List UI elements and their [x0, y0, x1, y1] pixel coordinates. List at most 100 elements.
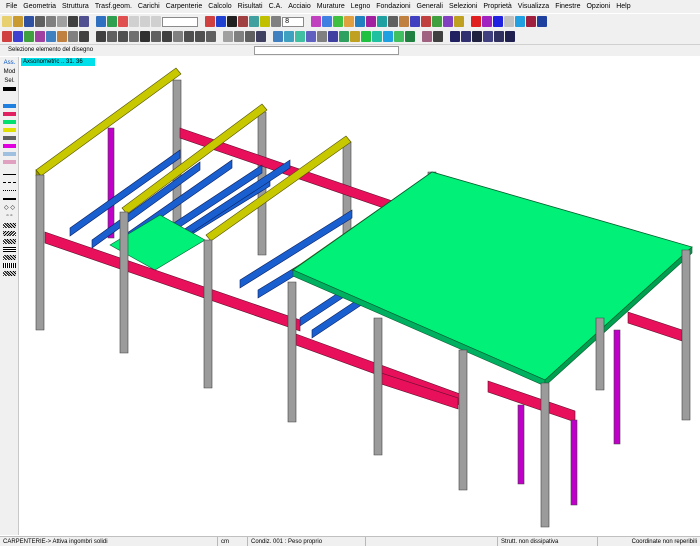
- cube-teal-icon[interactable]: [372, 31, 382, 42]
- column-icon[interactable]: [24, 31, 34, 42]
- offset-icon[interactable]: [140, 31, 150, 42]
- hatch-pattern-3[interactable]: [3, 239, 16, 244]
- arrow-icon[interactable]: [205, 16, 215, 27]
- report-icon[interactable]: [256, 31, 266, 42]
- undo-icon[interactable]: [96, 16, 106, 27]
- hatch-pattern-6[interactable]: [3, 263, 16, 268]
- cube-green-icon[interactable]: [339, 31, 349, 42]
- slab-icon[interactable]: [46, 31, 56, 42]
- pencil-icon[interactable]: [249, 16, 259, 27]
- measure-icon[interactable]: [162, 31, 172, 42]
- axis-z-icon[interactable]: [195, 31, 205, 42]
- menu-visualizza[interactable]: Visualizza: [515, 0, 552, 13]
- arch-icon[interactable]: [151, 16, 161, 27]
- cube-lime-icon[interactable]: [361, 31, 371, 42]
- menu-proprieta[interactable]: Proprietà: [480, 0, 514, 13]
- menu-struttura[interactable]: Struttura: [59, 0, 92, 13]
- section-icon[interactable]: [129, 16, 139, 27]
- line-solid-style[interactable]: [3, 174, 16, 175]
- axis-icon[interactable]: [206, 31, 216, 42]
- view-top-icon[interactable]: [333, 16, 343, 27]
- settings-icon[interactable]: [57, 16, 67, 27]
- menu-trasf-geom[interactable]: Trasf.geom.: [92, 0, 135, 13]
- zoom-all-icon[interactable]: [482, 16, 492, 27]
- shading-icon[interactable]: [271, 16, 281, 27]
- menu-generali[interactable]: Generali: [414, 0, 446, 13]
- view-side-icon[interactable]: [322, 16, 332, 27]
- wall-icon[interactable]: [140, 16, 150, 27]
- window-max-icon[interactable]: [505, 31, 515, 42]
- menu-risultati[interactable]: Risultati: [235, 0, 266, 13]
- color-pink-swatch[interactable]: [3, 160, 16, 164]
- wall-element-icon[interactable]: [57, 31, 67, 42]
- menu-geometria[interactable]: Geometria: [20, 0, 59, 13]
- snap-grid-icon[interactable]: ▫ ▫: [1, 212, 18, 220]
- support-icon[interactable]: [79, 31, 89, 42]
- cube-dark-icon[interactable]: [405, 31, 415, 42]
- menu-fondazioni[interactable]: Fondazioni: [373, 0, 413, 13]
- refresh-icon[interactable]: [526, 16, 536, 27]
- filter-icon[interactable]: [410, 16, 420, 27]
- zoom-out-icon[interactable]: [504, 16, 514, 27]
- hatch-pattern-5[interactable]: [3, 255, 16, 260]
- grid-snap-icon[interactable]: [234, 31, 244, 42]
- node-icon[interactable]: [2, 31, 12, 42]
- window-cascade-icon[interactable]: [483, 31, 493, 42]
- zoom-window-icon[interactable]: [471, 16, 481, 27]
- solid-icon[interactable]: [432, 16, 442, 27]
- open-folder-icon[interactable]: [13, 16, 23, 27]
- fill-icon[interactable]: [227, 16, 237, 27]
- command-field[interactable]: [162, 16, 198, 27]
- menu-help[interactable]: Help: [613, 0, 633, 13]
- cube-yellow-icon[interactable]: [350, 31, 360, 42]
- menu-opzioni[interactable]: Opzioni: [583, 0, 613, 13]
- rotate-icon[interactable]: [118, 16, 128, 27]
- window-stack-icon[interactable]: [472, 31, 482, 42]
- line-thick-style[interactable]: [3, 198, 16, 200]
- cut-icon[interactable]: [68, 16, 78, 27]
- hatch-pattern-1[interactable]: [3, 223, 16, 228]
- color-lightblue-swatch[interactable]: [3, 152, 16, 156]
- line-dotted-style[interactable]: [3, 190, 16, 191]
- export-icon[interactable]: [46, 16, 56, 27]
- color-black-swatch[interactable]: [3, 87, 16, 91]
- box-icon[interactable]: [273, 31, 283, 42]
- view-iso-icon[interactable]: [344, 16, 354, 27]
- cylinder-icon[interactable]: [328, 31, 338, 42]
- shape-icon[interactable]: [284, 31, 294, 42]
- ass-button[interactable]: Ass.: [1, 59, 18, 67]
- color-yellow-swatch[interactable]: [3, 128, 16, 132]
- brace-icon[interactable]: [35, 31, 45, 42]
- axis-y-icon[interactable]: [184, 31, 194, 42]
- render-icon[interactable]: [238, 16, 248, 27]
- pan-icon[interactable]: [377, 16, 387, 27]
- scale-select[interactable]: 8: [282, 16, 304, 27]
- brush-icon[interactable]: [260, 16, 270, 27]
- new-file-icon[interactable]: [2, 16, 12, 27]
- gear-icon[interactable]: [223, 31, 233, 42]
- wireframe-icon[interactable]: [443, 16, 453, 27]
- menu-finestre[interactable]: Finestre: [552, 0, 583, 13]
- zoom-in-icon[interactable]: [493, 16, 503, 27]
- color-green-swatch[interactable]: [3, 120, 16, 124]
- align-icon[interactable]: [151, 31, 161, 42]
- document-icon[interactable]: [245, 31, 255, 42]
- cone-icon[interactable]: [317, 31, 327, 42]
- foundation-icon[interactable]: [68, 31, 78, 42]
- menu-ca[interactable]: C.A.: [266, 0, 286, 13]
- save-icon[interactable]: [24, 16, 34, 27]
- menu-carpenterie[interactable]: Carpenterie: [163, 0, 206, 13]
- window-tile-icon[interactable]: [450, 31, 460, 42]
- vertical-line-icon[interactable]: [107, 31, 117, 42]
- print-icon[interactable]: [35, 16, 45, 27]
- grid-icon[interactable]: [388, 16, 398, 27]
- menu-calcolo[interactable]: Calcolo: [205, 0, 234, 13]
- cursor-icon[interactable]: [216, 16, 226, 27]
- sel-button[interactable]: Sel.: [1, 77, 18, 85]
- window-icon[interactable]: [537, 16, 547, 27]
- menu-selezioni[interactable]: Selezioni: [446, 0, 480, 13]
- menu-acciaio[interactable]: Acciaio: [285, 0, 314, 13]
- drawing-canvas[interactable]: [20, 57, 700, 535]
- highlight-icon[interactable]: [421, 16, 431, 27]
- line-dashed-style[interactable]: [3, 182, 16, 183]
